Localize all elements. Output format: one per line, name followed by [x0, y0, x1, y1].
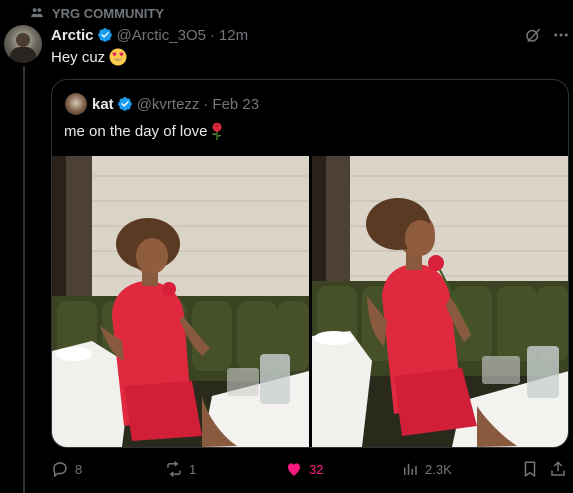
tweet-actions: 8 1 32 2.3K — [51, 459, 571, 479]
more-options-icon[interactable] — [552, 26, 570, 44]
verified-badge-icon[interactable] — [97, 27, 113, 43]
quote-media — [52, 156, 568, 447]
tweet-time[interactable]: 12m — [219, 27, 248, 44]
quote-avatar[interactable] — [65, 93, 87, 115]
quote-author-handle[interactable]: @kvrtezz — [137, 96, 200, 113]
quoted-tweet[interactable]: kat @kvrtezz · Feb 23 me on the day of l… — [51, 79, 569, 448]
reply-count: 8 — [75, 461, 83, 477]
tweet-header: Arctic @Arctic_3O5 · 12m — [51, 25, 248, 45]
view-count: 2.3K — [425, 461, 452, 477]
repost-icon — [167, 460, 181, 478]
repost-button[interactable]: 1 — [165, 459, 196, 479]
media-photo-1[interactable] — [52, 156, 309, 447]
photo-2-image — [311, 156, 568, 447]
thread-line — [23, 66, 25, 493]
author-handle[interactable]: @Arctic_3O5 — [117, 27, 206, 44]
heart-icon — [288, 463, 300, 476]
reply-icon — [53, 462, 67, 478]
like-button[interactable]: 32 — [285, 459, 323, 479]
tweet-text: Hey cuz — [51, 48, 127, 66]
community-icon — [31, 8, 43, 18]
share-icon — [551, 461, 565, 476]
community-context[interactable]: YRG COMMUNITY — [30, 5, 164, 21]
quote-body: me on the day of love — [64, 122, 208, 140]
quote-text: me on the day of love — [64, 122, 225, 140]
quote-author-name[interactable]: kat — [92, 96, 114, 113]
quote-date[interactable]: Feb 23 — [212, 96, 259, 113]
media-photo-2[interactable] — [311, 156, 568, 447]
quote-verified-badge-icon — [117, 97, 132, 111]
repost-count: 1 — [189, 461, 197, 477]
photo-1-image — [52, 156, 309, 447]
bookmark-button[interactable] — [521, 459, 539, 479]
grok-icon[interactable] — [524, 26, 542, 44]
community-label: YRG COMMUNITY — [52, 5, 164, 21]
rose-emoji-icon — [212, 122, 222, 140]
heart-eyes-emoji-icon — [109, 48, 127, 66]
reply-button[interactable]: 8 — [51, 459, 82, 479]
views-button[interactable]: 2.3K — [401, 459, 452, 479]
bookmark-icon — [524, 461, 536, 478]
separator-dot: · — [203, 95, 209, 113]
separator-dot: · — [209, 26, 215, 44]
analytics-icon — [404, 463, 417, 475]
like-count: 32 — [309, 461, 324, 477]
avatar[interactable] — [4, 25, 42, 63]
tweet-body: Hey cuz — [51, 48, 106, 66]
quote-header: kat @kvrtezz · Feb 23 — [92, 94, 259, 114]
share-button[interactable] — [549, 459, 567, 479]
author-name[interactable]: Arctic — [51, 27, 94, 44]
